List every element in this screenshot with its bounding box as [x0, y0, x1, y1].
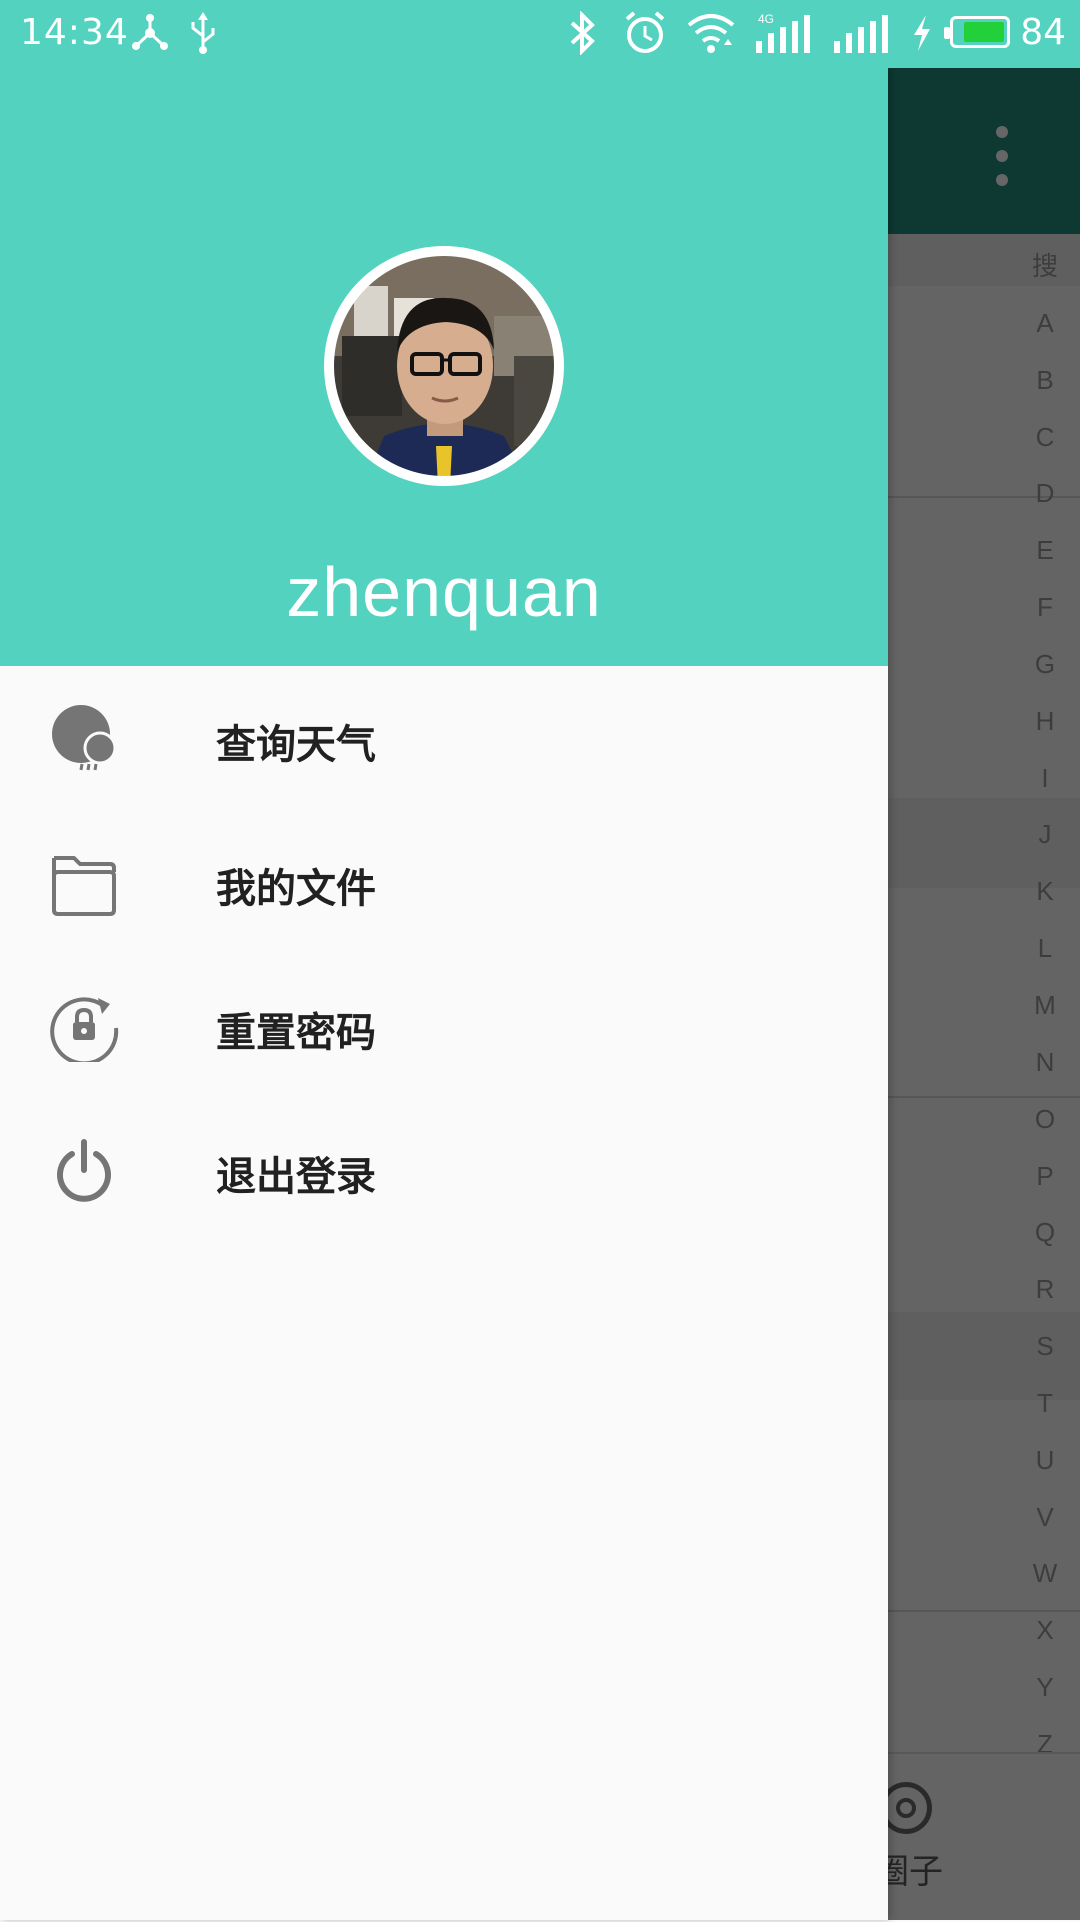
wifi-icon — [686, 10, 736, 56]
menu-item-label: 重置密码 — [216, 1010, 376, 1056]
share-node-icon — [130, 10, 170, 56]
alarm-icon — [622, 10, 668, 56]
signal-icon — [832, 10, 890, 56]
menu-item-reset-password[interactable]: 重置密码 — [0, 954, 888, 1098]
menu-item-my-files[interactable]: 我的文件 — [0, 810, 888, 954]
menu-item-label: 退出登录 — [216, 1154, 376, 1200]
status-time: 14:34 — [20, 12, 129, 53]
signal-4g-icon: 4G — [754, 10, 812, 56]
battery-level — [964, 22, 1004, 42]
drawer-header: zhenquan — [0, 0, 888, 666]
battery-percent: 84 — [1020, 12, 1066, 53]
folder-icon — [48, 846, 120, 918]
menu-item-logout[interactable]: 退出登录 — [0, 1098, 888, 1242]
reset-lock-icon — [48, 990, 120, 1066]
svg-text:4G: 4G — [758, 12, 774, 26]
status-bar: 14:34 4G 84 — [0, 0, 1080, 68]
battery-icon — [944, 16, 1010, 48]
bluetooth-icon — [564, 10, 600, 56]
power-icon — [48, 1134, 120, 1206]
username: zhenquan — [286, 553, 602, 631]
weather-icon — [48, 702, 120, 774]
menu-item-label: 查询天气 — [216, 722, 376, 768]
avatar[interactable] — [324, 246, 564, 486]
navigation-drawer: zhenquan 查询天气 我的文件 重置密码 退出登录 — [0, 0, 888, 1920]
menu-item-label: 我的文件 — [216, 866, 376, 912]
usb-icon — [188, 10, 218, 56]
menu-item-weather[interactable]: 查询天气 — [0, 666, 888, 810]
charging-icon — [910, 10, 934, 56]
